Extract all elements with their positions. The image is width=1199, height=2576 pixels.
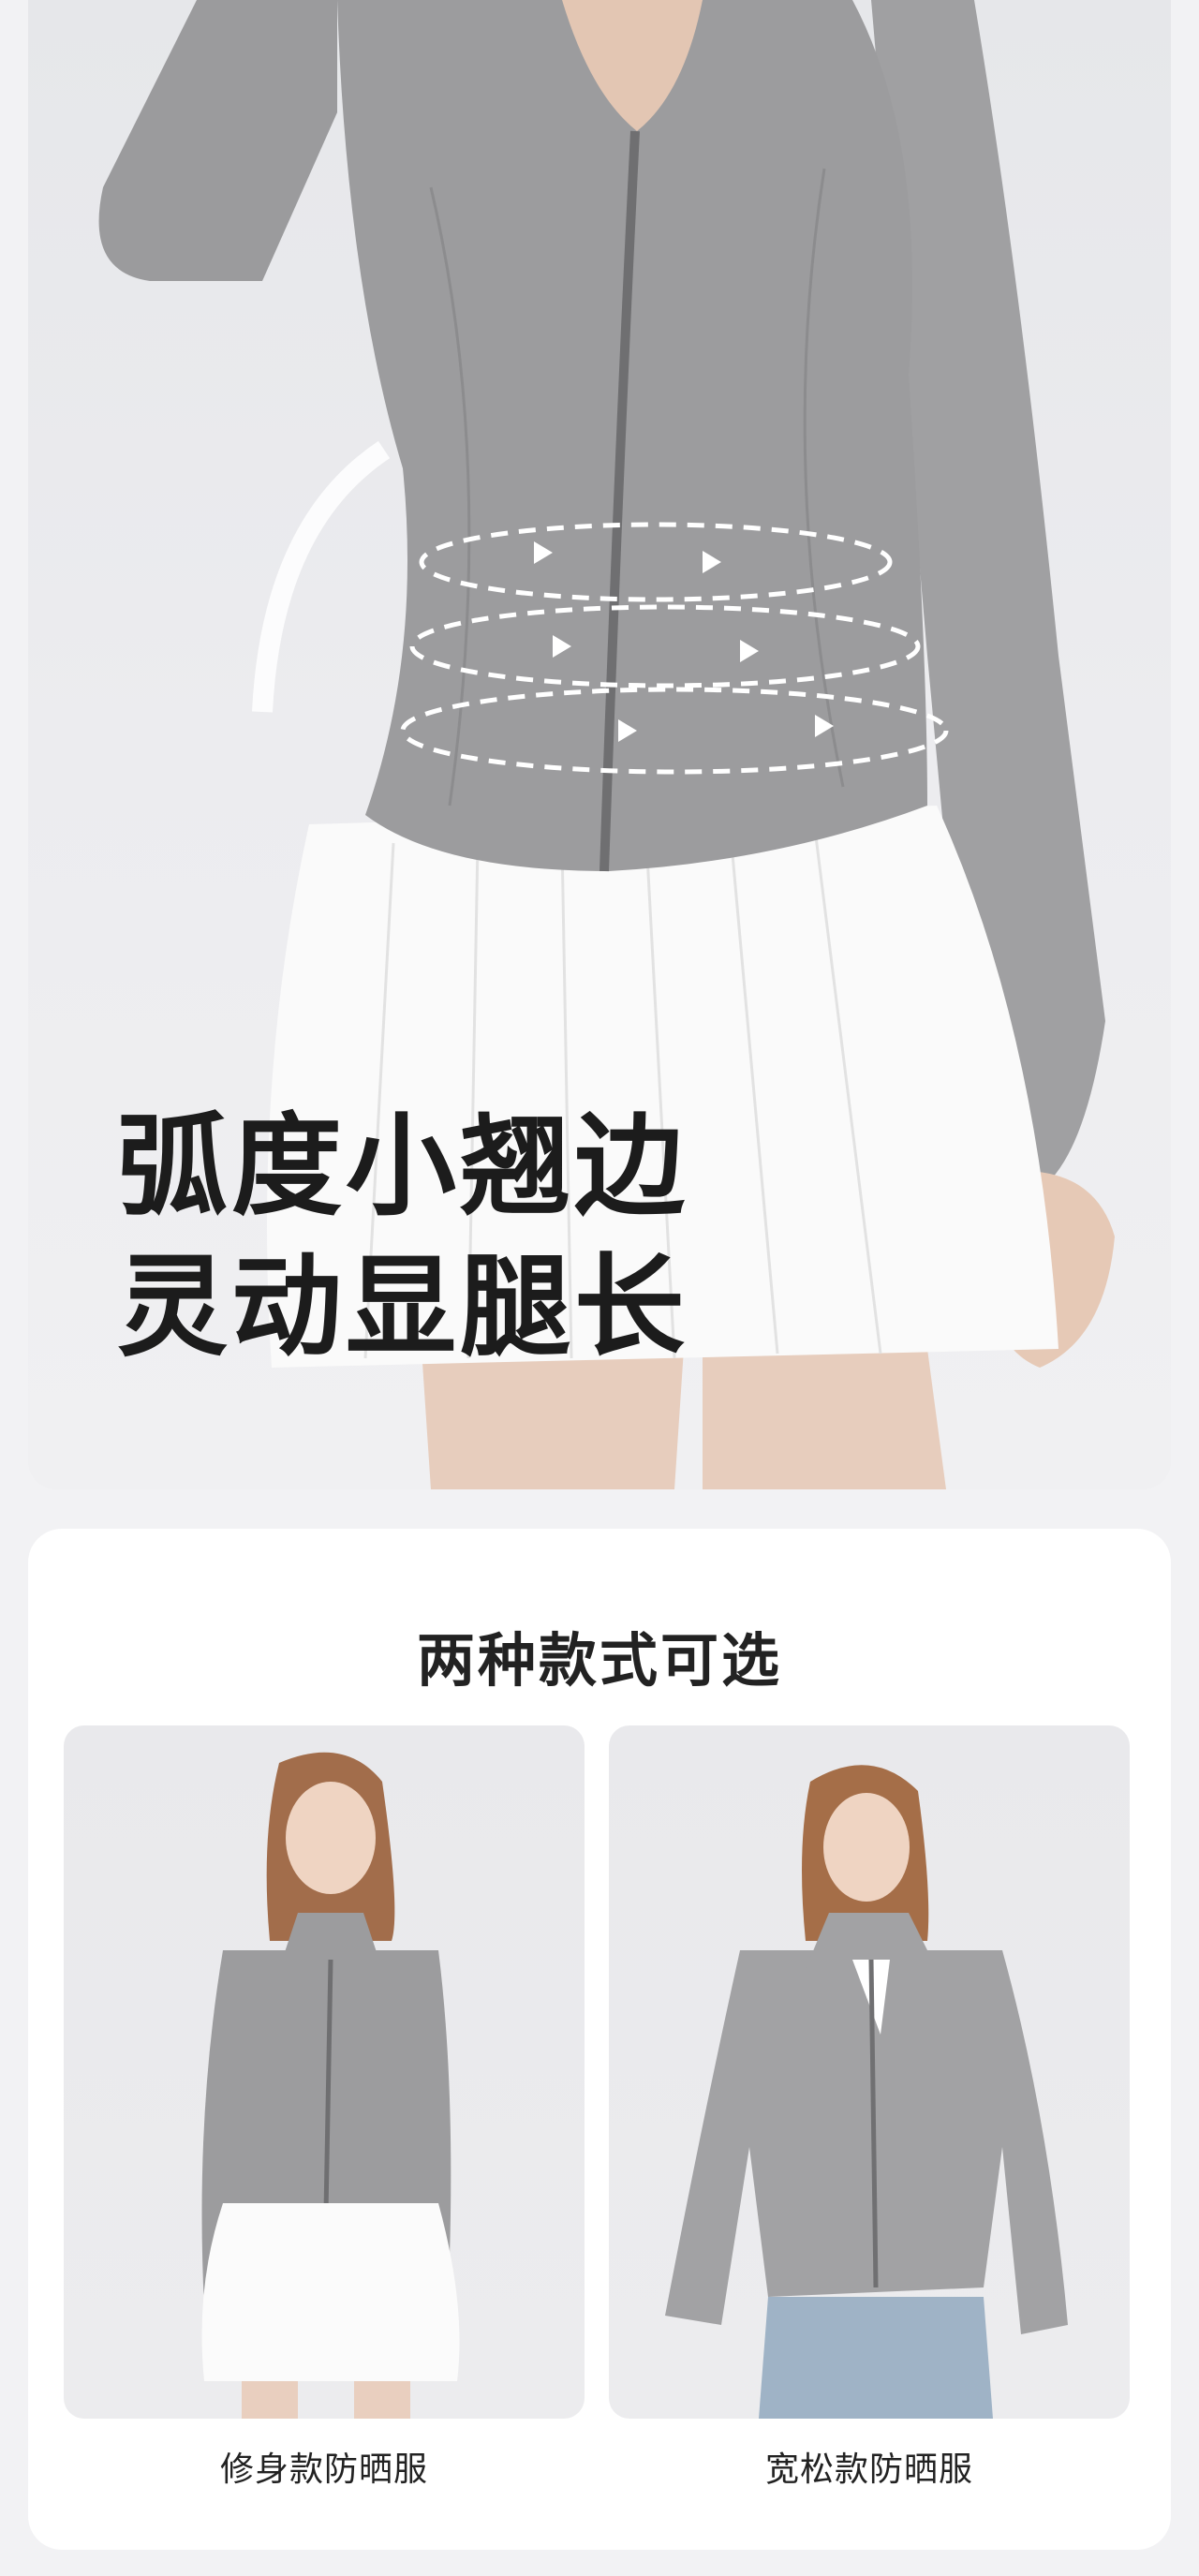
slim-fit-option-card[interactable]	[64, 1725, 585, 2419]
section-title: 两种款式可选	[416, 1626, 782, 1695]
loose-fit-option-card[interactable]	[609, 1725, 1130, 2419]
headline-line-2: 灵动显腿长	[117, 1242, 689, 1371]
loose-fit-jacket-photo	[665, 1765, 1068, 2419]
slim-fit-jacket-photo	[201, 1752, 460, 2419]
style-options-panel: 两种款式可选 修身款防晒服 宽松款防晒服	[28, 1529, 1171, 2550]
loose-fit-label: 宽松款防晒服	[764, 2450, 973, 2489]
hero-headline: 弧度小翘边 灵动显腿长	[117, 1096, 688, 1377]
headline-line-1: 弧度小翘边	[117, 1102, 689, 1231]
slim-fit-label: 修身款防晒服	[219, 2450, 428, 2489]
hero-banner: 弧度小翘边 灵动显腿长	[28, 0, 1171, 1489]
